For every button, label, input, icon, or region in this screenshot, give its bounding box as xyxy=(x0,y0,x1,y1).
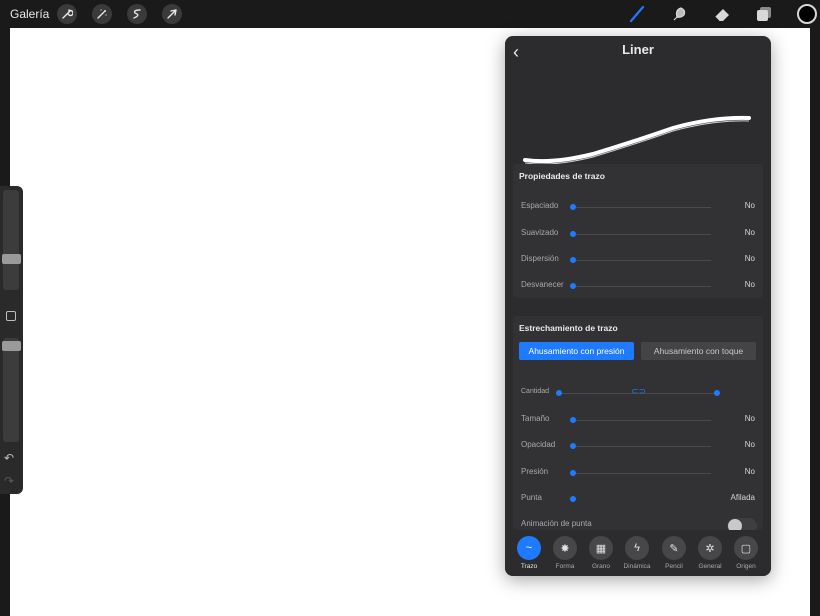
amount-end-handle[interactable] xyxy=(714,390,720,396)
setting-value: No xyxy=(744,280,755,289)
setting-value: No xyxy=(744,414,755,423)
setting-row[interactable]: Tamaño No xyxy=(513,414,763,428)
setting-label: Tamaño xyxy=(521,414,550,423)
dynamics-icon: ϟ xyxy=(625,536,649,560)
tab-pencil[interactable]: ✎ Pencil xyxy=(656,536,692,570)
setting-value: No xyxy=(744,467,755,476)
setting-label: Espaciado xyxy=(521,201,559,210)
setting-label: Desvanecer xyxy=(521,280,564,289)
setting-row[interactable]: Espaciado No xyxy=(513,201,763,215)
eraser-icon[interactable] xyxy=(712,4,732,24)
setting-row[interactable]: Punta Afilada xyxy=(513,493,763,507)
pressure-taper-button[interactable]: Ahusamiento con presión xyxy=(519,342,634,360)
slider-handle[interactable] xyxy=(570,443,576,449)
amount-row[interactable]: Cantidad ⊂⊃ xyxy=(513,386,763,401)
section-title: Estrechamiento de trazo xyxy=(519,323,618,333)
redo-icon[interactable]: ↷ xyxy=(4,474,14,488)
setting-row[interactable]: Suavizado No xyxy=(513,228,763,242)
pencil-icon: ✎ xyxy=(662,536,686,560)
slider-track[interactable] xyxy=(575,446,711,447)
setting-label: Dispersión xyxy=(521,254,559,263)
tab-dinamica[interactable]: ϟ Dinámica xyxy=(619,536,655,570)
setting-value: No xyxy=(744,201,755,210)
setting-label: Animación de punta xyxy=(521,519,592,528)
opacity-slider[interactable] xyxy=(2,338,21,442)
source-icon: ▢ xyxy=(734,536,758,560)
slider-handle[interactable] xyxy=(570,204,576,210)
touch-taper-button[interactable]: Ahusamiento con toque xyxy=(641,342,756,360)
magic-wand-icon[interactable] xyxy=(92,4,112,24)
brush-studio-panel: ‹ Liner Propiedades de trazo Espaciado N… xyxy=(505,36,771,576)
selection-icon[interactable] xyxy=(127,4,147,24)
gallery-button[interactable]: Galería xyxy=(10,7,49,21)
layers-icon[interactable] xyxy=(754,4,774,24)
top-toolbar: Galería xyxy=(0,0,820,28)
tab-general[interactable]: ✲ General xyxy=(692,536,728,570)
stroke-properties-section: Propiedades de trazo Espaciado No Suaviz… xyxy=(513,164,763,298)
left-sidebar: ↶ ↷ xyxy=(0,186,23,494)
tab-label: Pencil xyxy=(665,563,683,570)
slider-handle[interactable] xyxy=(570,470,576,476)
general-icon: ✲ xyxy=(698,536,722,560)
transform-icon[interactable] xyxy=(162,4,182,24)
tab-forma[interactable]: ✸ Forma xyxy=(547,536,583,570)
smudge-icon[interactable] xyxy=(669,4,689,24)
tab-label: Forma xyxy=(555,563,575,570)
slider-track[interactable] xyxy=(575,286,711,287)
slider-handle[interactable] xyxy=(570,417,576,423)
opacity-thumb[interactable] xyxy=(2,341,21,351)
tab-label: Trazo xyxy=(520,563,538,570)
brush-icon[interactable] xyxy=(627,4,647,24)
setting-value: Afilada xyxy=(730,493,755,502)
slider-handle[interactable] xyxy=(570,496,576,502)
link-icon[interactable]: ⊂⊃ xyxy=(631,386,646,397)
setting-row[interactable]: Desvanecer No xyxy=(513,280,763,294)
setting-row[interactable]: Presión No xyxy=(513,467,763,481)
section-title: Propiedades de trazo xyxy=(519,171,605,181)
panel-title: Liner xyxy=(622,42,654,57)
color-picker-button[interactable] xyxy=(797,4,817,24)
modify-button[interactable] xyxy=(6,311,16,321)
brush-studio-tabs: ~ Trazo ✸ Forma ▦ Grano ϟ Dinámica ✎ Pen… xyxy=(505,530,771,576)
shape-icon: ✸ xyxy=(553,536,577,560)
brush-size-slider[interactable] xyxy=(2,190,21,290)
setting-label: Opacidad xyxy=(521,440,556,449)
tab-origen[interactable]: ▢ Origen xyxy=(728,536,764,570)
slider-handle[interactable] xyxy=(570,257,576,263)
slider-track[interactable] xyxy=(575,260,711,261)
setting-label: Suavizado xyxy=(521,228,559,237)
tab-label: Grano xyxy=(591,563,611,570)
brush-size-thumb[interactable] xyxy=(2,254,21,264)
slider-handle[interactable] xyxy=(570,231,576,237)
setting-label: Presión xyxy=(521,467,549,476)
tab-label: Origen xyxy=(736,563,756,570)
setting-value: No xyxy=(744,228,755,237)
setting-value: No xyxy=(744,440,755,449)
slider-track[interactable] xyxy=(575,234,711,235)
setting-label: Punta xyxy=(521,493,542,502)
setting-value: No xyxy=(744,254,755,263)
slider-handle[interactable] xyxy=(570,283,576,289)
tab-grano[interactable]: ▦ Grano xyxy=(583,536,619,570)
undo-icon[interactable]: ↶ xyxy=(4,451,14,465)
grain-icon: ▦ xyxy=(589,536,613,560)
stroke-path-icon: ~ xyxy=(517,536,541,560)
slider-track[interactable] xyxy=(575,207,711,208)
tab-label: Dinámica xyxy=(623,563,651,570)
slider-track[interactable] xyxy=(575,420,711,421)
tab-label: General xyxy=(698,563,722,570)
amount-start-handle[interactable] xyxy=(556,390,562,396)
setting-label: Cantidad xyxy=(521,388,550,395)
tab-trazo[interactable]: ~ Trazo xyxy=(511,536,547,570)
wrench-icon[interactable] xyxy=(57,4,77,24)
slider-track[interactable] xyxy=(575,473,711,474)
stroke-taper-section: Estrechamiento de trazo Ahusamiento con … xyxy=(513,316,763,534)
setting-row[interactable]: Opacidad No xyxy=(513,440,763,454)
setting-row[interactable]: Dispersión No xyxy=(513,254,763,268)
